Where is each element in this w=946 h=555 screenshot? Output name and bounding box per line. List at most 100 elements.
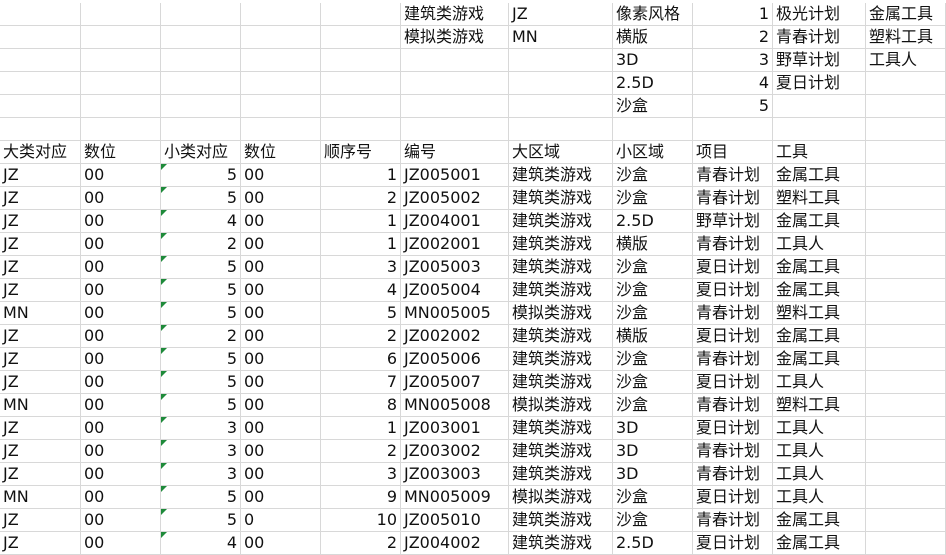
table-cell[interactable]: 00 — [81, 279, 161, 302]
table-cell[interactable]: 5 — [161, 509, 241, 532]
table-cell[interactable]: 建筑类游戏 — [509, 325, 613, 348]
table-cell[interactable]: JZ005002 — [401, 187, 509, 210]
lookup-cell[interactable] — [161, 95, 241, 118]
table-cell[interactable]: 青春计划 — [693, 440, 773, 463]
table-cell[interactable]: JZ — [0, 417, 81, 440]
lookup-cell[interactable]: 4 — [693, 72, 773, 95]
table-cell[interactable]: 3 — [321, 463, 401, 486]
table-cell[interactable]: 5 — [161, 371, 241, 394]
table-cell[interactable] — [866, 187, 946, 210]
table-cell[interactable]: 00 — [241, 394, 321, 417]
table-cell[interactable]: 9 — [321, 486, 401, 509]
lookup-cell[interactable] — [0, 26, 81, 49]
lookup-cell[interactable] — [241, 95, 321, 118]
lookup-cell[interactable] — [401, 49, 509, 72]
lookup-cell[interactable] — [401, 72, 509, 95]
lookup-cell[interactable] — [693, 118, 773, 141]
table-cell[interactable]: 1 — [321, 417, 401, 440]
table-cell[interactable]: JZ — [0, 371, 81, 394]
table-cell[interactable]: 模拟类游戏 — [509, 302, 613, 325]
table-cell[interactable]: JZ005004 — [401, 279, 509, 302]
column-header-cell[interactable]: 项目 — [693, 141, 773, 164]
table-cell[interactable]: 00 — [241, 233, 321, 256]
lookup-cell[interactable]: 横版 — [613, 26, 693, 49]
lookup-cell[interactable] — [161, 49, 241, 72]
table-cell[interactable]: 夏日计划 — [693, 532, 773, 555]
table-cell[interactable]: 00 — [241, 348, 321, 371]
lookup-cell[interactable]: 像素风格 — [613, 3, 693, 26]
table-cell[interactable]: JZ — [0, 463, 81, 486]
table-cell[interactable] — [866, 440, 946, 463]
lookup-cell[interactable]: JZ — [509, 3, 613, 26]
table-cell[interactable]: JZ — [0, 279, 81, 302]
table-cell[interactable]: 4 — [161, 210, 241, 233]
table-cell[interactable] — [866, 256, 946, 279]
lookup-cell[interactable]: 模拟类游戏 — [401, 26, 509, 49]
column-header-cell[interactable]: 小类对应 — [161, 141, 241, 164]
table-cell[interactable]: 建筑类游戏 — [509, 440, 613, 463]
table-cell[interactable]: 工具人 — [773, 417, 866, 440]
table-cell[interactable]: 青春计划 — [693, 302, 773, 325]
table-cell[interactable]: 金属工具 — [773, 164, 866, 187]
table-cell[interactable] — [866, 394, 946, 417]
table-cell[interactable]: JZ003002 — [401, 440, 509, 463]
table-cell[interactable]: 8 — [321, 394, 401, 417]
lookup-cell[interactable] — [509, 49, 613, 72]
lookup-cell[interactable]: 2.5D — [613, 72, 693, 95]
lookup-cell[interactable]: MN — [509, 26, 613, 49]
table-cell[interactable]: 青春计划 — [693, 348, 773, 371]
table-cell[interactable]: 横版 — [613, 325, 693, 348]
table-cell[interactable]: 模拟类游戏 — [509, 394, 613, 417]
table-cell[interactable]: 野草计划 — [693, 210, 773, 233]
table-cell[interactable] — [866, 302, 946, 325]
lookup-cell[interactable] — [321, 72, 401, 95]
table-cell[interactable]: JZ002001 — [401, 233, 509, 256]
lookup-cell[interactable] — [321, 95, 401, 118]
table-cell[interactable]: 5 — [161, 348, 241, 371]
table-cell[interactable]: 7 — [321, 371, 401, 394]
lookup-cell[interactable]: 2 — [693, 26, 773, 49]
lookup-cell[interactable] — [241, 118, 321, 141]
table-cell[interactable]: JZ004002 — [401, 532, 509, 555]
lookup-cell[interactable] — [321, 3, 401, 26]
table-cell[interactable]: 00 — [241, 279, 321, 302]
table-cell[interactable]: 1 — [321, 164, 401, 187]
lookup-cell[interactable] — [866, 72, 946, 95]
table-cell[interactable]: JZ005006 — [401, 348, 509, 371]
table-cell[interactable]: JZ005003 — [401, 256, 509, 279]
table-cell[interactable]: MN005008 — [401, 394, 509, 417]
lookup-cell[interactable]: 沙盒 — [613, 95, 693, 118]
table-cell[interactable]: 青春计划 — [693, 394, 773, 417]
table-cell[interactable]: 金属工具 — [773, 509, 866, 532]
table-cell[interactable]: 金属工具 — [773, 279, 866, 302]
table-cell[interactable]: 0 — [241, 509, 321, 532]
table-cell[interactable]: JZ — [0, 256, 81, 279]
table-cell[interactable]: 建筑类游戏 — [509, 187, 613, 210]
table-cell[interactable]: 1 — [321, 210, 401, 233]
lookup-cell[interactable] — [161, 118, 241, 141]
lookup-cell[interactable] — [773, 95, 866, 118]
table-cell[interactable]: 00 — [241, 532, 321, 555]
table-cell[interactable]: 3D — [613, 463, 693, 486]
table-cell[interactable]: 00 — [81, 187, 161, 210]
table-cell[interactable]: JZ — [0, 509, 81, 532]
table-cell[interactable] — [866, 509, 946, 532]
table-cell[interactable]: 2 — [321, 325, 401, 348]
lookup-cell[interactable] — [613, 118, 693, 141]
lookup-cell[interactable] — [401, 118, 509, 141]
lookup-cell[interactable]: 5 — [693, 95, 773, 118]
table-cell[interactable] — [866, 486, 946, 509]
lookup-cell[interactable] — [0, 72, 81, 95]
table-cell[interactable]: 建筑类游戏 — [509, 256, 613, 279]
table-cell[interactable]: 3D — [613, 440, 693, 463]
table-cell[interactable]: 建筑类游戏 — [509, 509, 613, 532]
table-cell[interactable]: 00 — [241, 256, 321, 279]
table-cell[interactable]: 金属工具 — [773, 325, 866, 348]
table-cell[interactable]: 00 — [81, 463, 161, 486]
table-cell[interactable]: 沙盒 — [613, 164, 693, 187]
table-cell[interactable]: JZ003001 — [401, 417, 509, 440]
table-cell[interactable]: 建筑类游戏 — [509, 210, 613, 233]
table-cell[interactable] — [866, 463, 946, 486]
column-header-cell[interactable] — [866, 141, 946, 164]
table-cell[interactable]: 沙盒 — [613, 509, 693, 532]
